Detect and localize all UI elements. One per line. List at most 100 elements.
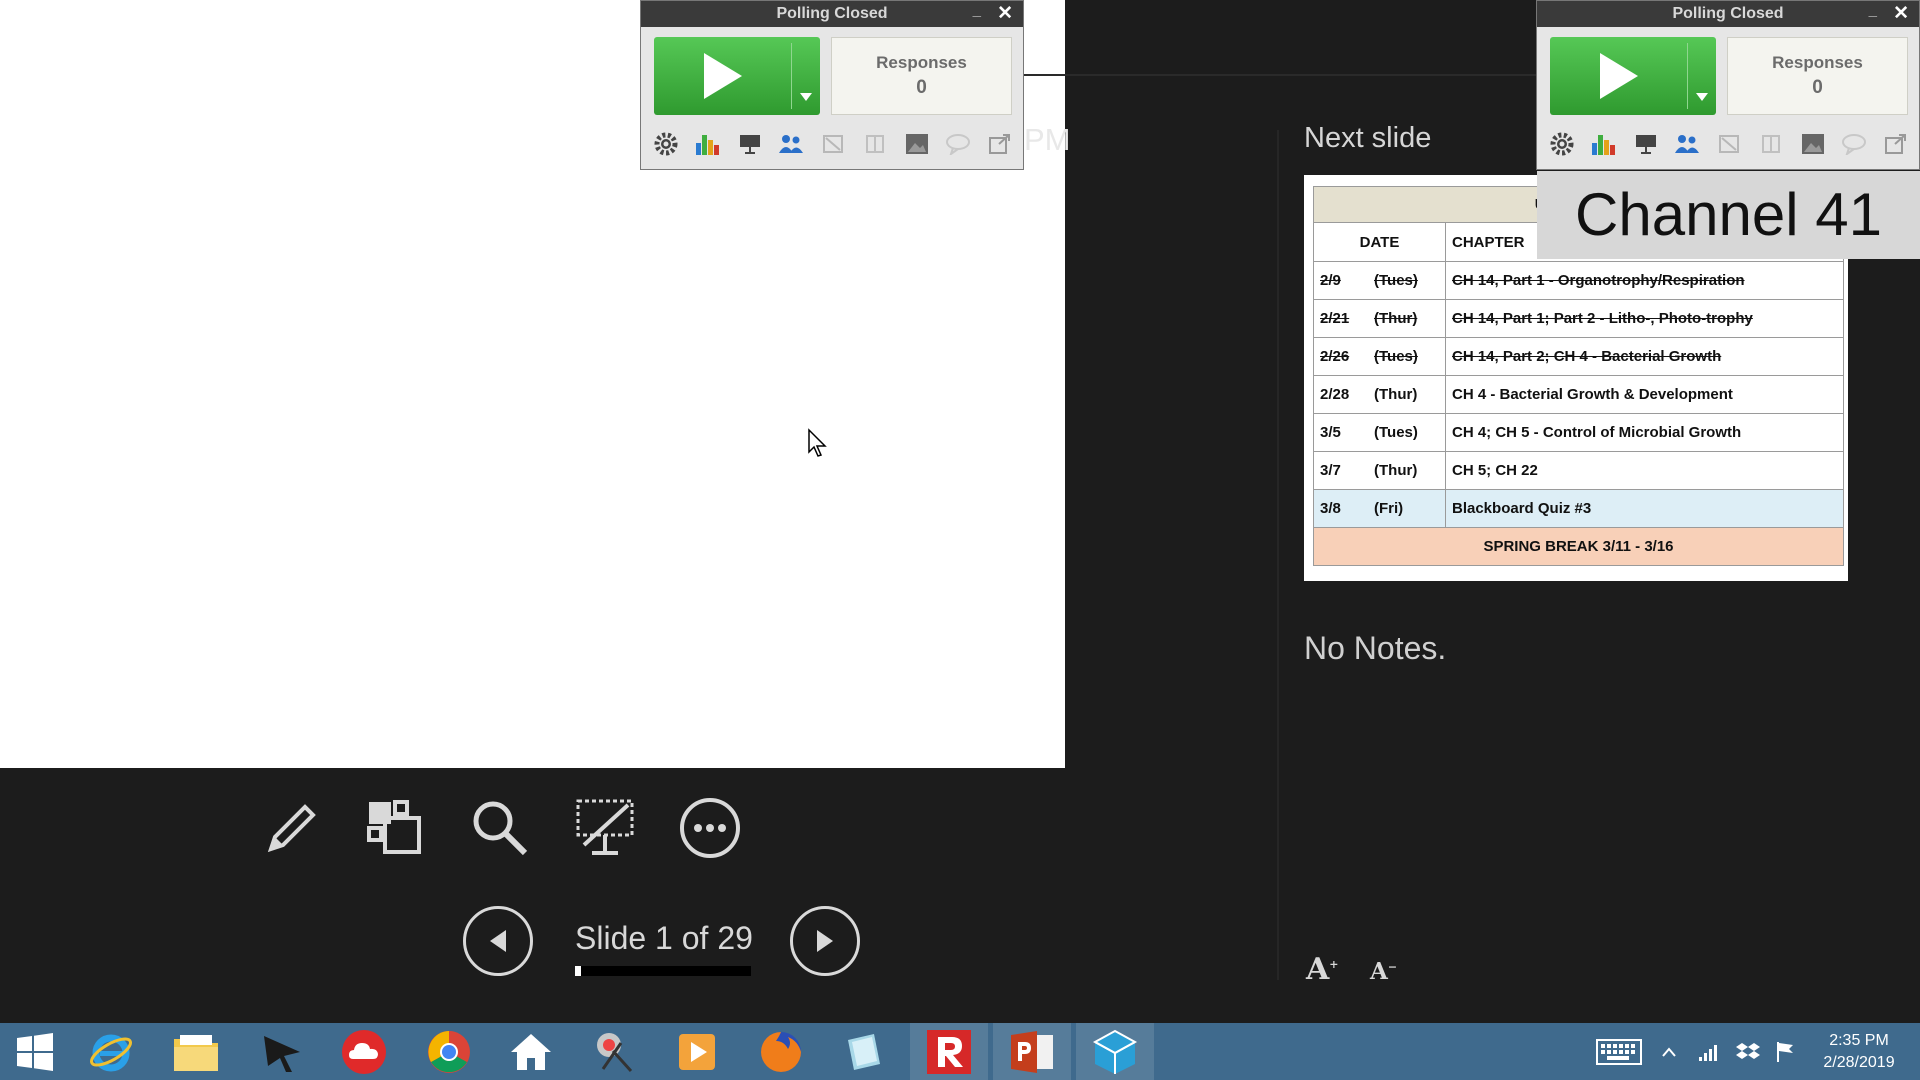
- chevron-down-icon[interactable]: [1696, 93, 1708, 101]
- signal-icon: [1699, 1044, 1717, 1061]
- responses-label: Responses: [1772, 53, 1863, 72]
- powerpoint-icon: [1011, 1030, 1053, 1073]
- row-chapter: CH 4; CH 5 - Control of Microbial Growth: [1445, 413, 1844, 452]
- pen-tool-button[interactable]: [258, 794, 326, 862]
- polling-widget-left[interactable]: Polling Closed _ ✕ Responses 0: [640, 0, 1024, 170]
- row-day: (Tues): [1374, 424, 1418, 441]
- show-hidden-icons-button[interactable]: [1656, 1023, 1682, 1080]
- bar-chart-icon[interactable]: [1589, 129, 1619, 159]
- video-play-icon: [679, 1033, 715, 1070]
- spring-break-row: SPRING BREAK 3/11 - 3/16: [1313, 527, 1844, 566]
- row-day: (Tues): [1374, 272, 1418, 289]
- image-icon[interactable]: [902, 129, 932, 159]
- row-chapter: CH 5; CH 22: [1445, 451, 1844, 490]
- poll-toolbar: [651, 127, 1015, 161]
- share-icon[interactable]: [1881, 129, 1911, 159]
- grid-disabled-icon[interactable]: [1756, 129, 1786, 159]
- row-date: 2/9: [1320, 272, 1341, 289]
- slide-edge: [0, 768, 261, 777]
- taskbar-file-explorer[interactable]: [157, 1023, 235, 1080]
- responses-count: 0: [1812, 77, 1823, 98]
- poll-title: Polling Closed: [1537, 1, 1919, 27]
- comment-icon[interactable]: [1839, 129, 1869, 159]
- dropbox-tray-button[interactable]: [1733, 1023, 1763, 1080]
- row-date: 3/7: [1320, 462, 1341, 479]
- responses-box[interactable]: Responses 0: [831, 37, 1012, 115]
- header-divider: [1020, 74, 1540, 76]
- taskbar-response-app[interactable]: [910, 1023, 988, 1080]
- taskbar-3d-app[interactable]: [1076, 1023, 1154, 1080]
- start-button[interactable]: [0, 1023, 70, 1080]
- row-chapter: CH 14, Part 2; CH 4 - Bacterial Growth: [1445, 337, 1844, 376]
- grid-disabled-icon[interactable]: [860, 129, 890, 159]
- settings-icon[interactable]: [651, 129, 681, 159]
- participants-icon[interactable]: [1672, 129, 1702, 159]
- settings-icon[interactable]: [1547, 129, 1577, 159]
- play-icon: [1600, 53, 1638, 99]
- system-clock[interactable]: 2:35 PM 2/28/2019: [1804, 1023, 1914, 1080]
- chrome-icon: [428, 1030, 470, 1073]
- presenter-clock: PM: [1024, 122, 1071, 157]
- taskbar-cloud-app[interactable]: [325, 1023, 403, 1080]
- next-slide-button[interactable]: [790, 906, 860, 976]
- touch-keyboard-button[interactable]: [1590, 1023, 1648, 1080]
- comment-icon[interactable]: [943, 129, 973, 159]
- presentation-icon[interactable]: [1631, 129, 1661, 159]
- chevron-down-icon[interactable]: [800, 93, 812, 101]
- taskbar-media-app[interactable]: [658, 1023, 736, 1080]
- firefox-icon: [761, 1031, 801, 1072]
- clock-time: 2:35 PM: [1829, 1031, 1889, 1049]
- hide-results-icon[interactable]: [818, 129, 848, 159]
- polling-widget-right[interactable]: Polling Closed _ ✕ Responses 0: [1536, 0, 1920, 170]
- share-icon[interactable]: [985, 129, 1015, 159]
- cloud-icon: [342, 1029, 386, 1074]
- taskbar-home[interactable]: [492, 1023, 570, 1080]
- network-button[interactable]: [1694, 1023, 1724, 1080]
- zoom-button[interactable]: [466, 794, 534, 862]
- arrow-right-icon: [817, 930, 833, 952]
- play-icon: [704, 53, 742, 99]
- taskbar-snipping-tool[interactable]: [575, 1023, 653, 1080]
- row-chapter: CH 4 - Bacterial Growth & Development: [1445, 375, 1844, 414]
- image-icon[interactable]: [1798, 129, 1828, 159]
- black-screen-button[interactable]: [571, 794, 639, 862]
- increase-font-button[interactable]: A+: [1306, 952, 1339, 987]
- taskbar-internet-explorer[interactable]: [72, 1023, 150, 1080]
- row-date: 2/21: [1320, 310, 1350, 327]
- row-day: (Thur): [1374, 386, 1418, 403]
- responses-box[interactable]: Responses 0: [1727, 37, 1908, 115]
- start-poll-button[interactable]: [1550, 37, 1716, 115]
- pane-divider[interactable]: [1277, 130, 1279, 980]
- decrease-font-button[interactable]: A−: [1370, 958, 1397, 985]
- minimize-button[interactable]: _: [1869, 2, 1877, 19]
- previous-slide-button[interactable]: [463, 906, 533, 976]
- presentation-icon[interactable]: [735, 129, 765, 159]
- magnifier-icon: [473, 801, 528, 856]
- home-icon: [511, 1033, 551, 1070]
- taskbar-firefox[interactable]: [742, 1023, 820, 1080]
- ellipsis-icon: [680, 798, 740, 858]
- close-button[interactable]: ✕: [997, 1, 1013, 27]
- see-all-slides-button[interactable]: [361, 794, 429, 862]
- start-poll-button[interactable]: [654, 37, 820, 115]
- row-chapter: Blackboard Quiz #3: [1445, 489, 1844, 528]
- minimize-button[interactable]: _: [973, 2, 981, 19]
- participants-icon[interactable]: [776, 129, 806, 159]
- table-row: 2/26 (Tues) CH 14, Part 2; CH 4 - Bacteri…: [1313, 337, 1844, 376]
- row-date: 3/5: [1320, 424, 1341, 441]
- row-date: 2/28: [1320, 386, 1350, 403]
- taskbar-pointer-app[interactable]: [243, 1023, 321, 1080]
- table-row: 2/9 (Tues) CH 14, Part 1 - Organotrophy/R…: [1313, 261, 1844, 300]
- bar-chart-icon[interactable]: [693, 129, 723, 159]
- taskbar-chrome[interactable]: [410, 1023, 488, 1080]
- increase-font-label: A: [1306, 952, 1330, 987]
- table-row: 3/7 (Thur) CH 5; CH 22: [1313, 451, 1844, 490]
- action-center-flag-button[interactable]: [1770, 1023, 1800, 1080]
- windows-logo-icon: [17, 1032, 53, 1071]
- close-button[interactable]: ✕: [1893, 1, 1909, 27]
- taskbar-notes-app[interactable]: [825, 1023, 903, 1080]
- taskbar-powerpoint[interactable]: [993, 1023, 1071, 1080]
- responses-count: 0: [916, 77, 927, 98]
- hide-results-icon[interactable]: [1714, 129, 1744, 159]
- more-options-button[interactable]: [676, 794, 744, 862]
